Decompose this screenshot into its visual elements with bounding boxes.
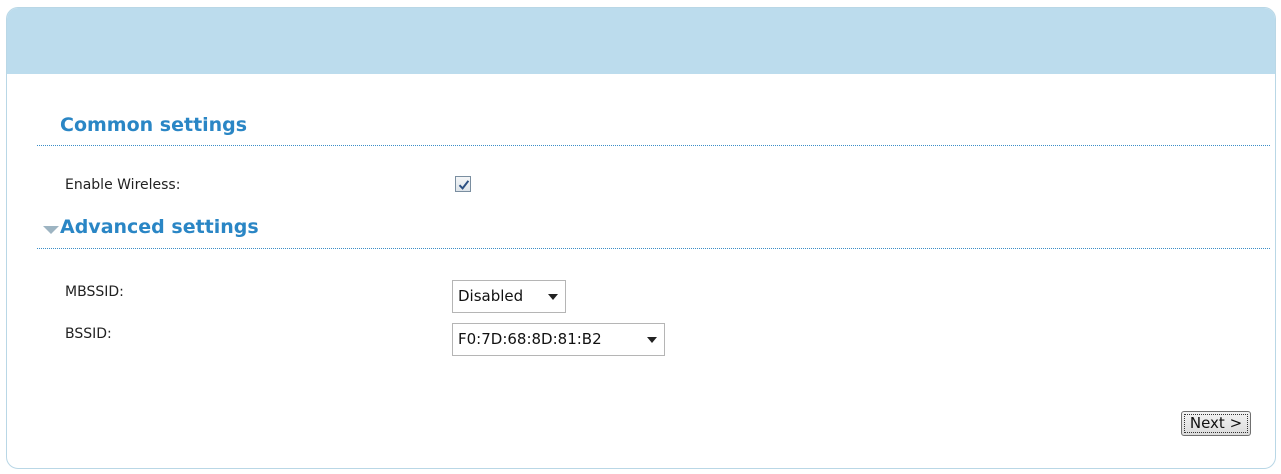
bssid-selected-value: F0:7D:68:8D:81:B2 [458,330,602,348]
advanced-settings-title[interactable]: Advanced settings [60,216,259,238]
collapse-caret-icon[interactable] [43,226,59,234]
chevron-down-icon [548,294,558,300]
mbssid-label: MBSSID: [65,284,124,300]
checkmark-icon [458,180,470,190]
common-settings-divider [37,145,1270,146]
bssid-select[interactable]: F0:7D:68:8D:81:B2 [452,323,665,356]
settings-panel: Common settings Enable Wireless: Advance… [6,7,1276,469]
advanced-settings-divider [37,248,1270,249]
panel-header [7,8,1275,74]
mbssid-select[interactable]: Disabled [452,280,566,313]
bssid-label: BSSID: [65,326,112,342]
mbssid-selected-value: Disabled [458,287,524,305]
chevron-down-icon [647,337,657,343]
next-button[interactable]: Next > [1181,411,1251,436]
enable-wireless-label: Enable Wireless: [65,177,181,193]
enable-wireless-checkbox[interactable] [455,176,471,192]
common-settings-title: Common settings [60,114,248,136]
